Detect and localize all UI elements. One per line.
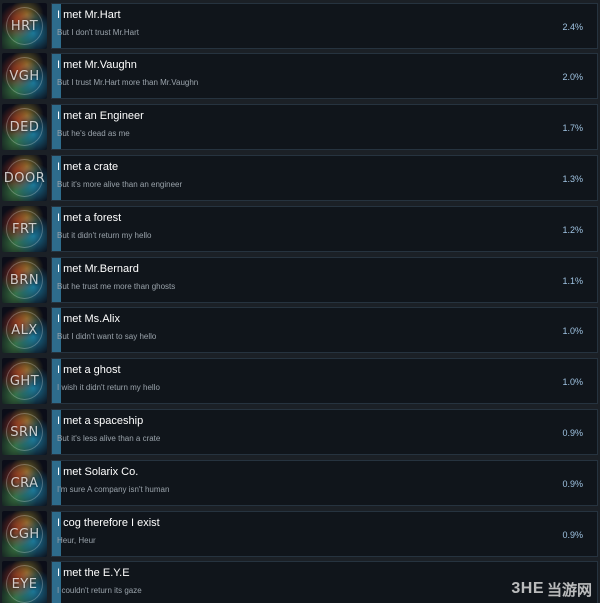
achievement-panel: I met Mr.Hart But I don't trust Mr.Hart 2.…: [51, 3, 598, 49]
achievement-panel: I met a forest But it didn't return my he…: [51, 206, 598, 252]
achievement-badge-code: ALX: [11, 322, 38, 338]
achievement-title: I cog therefore I exist: [57, 517, 160, 529]
achievement-row[interactable]: ALX I met Ms.Alix But I didn't want to say…: [0, 307, 600, 353]
achievement-title: I met Ms.Alix: [57, 313, 120, 325]
achievement-badge-code: DOOR: [3, 170, 46, 186]
achievement-description: But I trust Mr.Hart more than Mr.Vaughn: [57, 78, 199, 87]
achievement-description: I'm sure A company isn't human: [57, 485, 170, 494]
achievement-panel: I met Mr.Bernard But he trust me more tha…: [51, 257, 598, 303]
achievement-description: But it didn't return my hello: [57, 231, 152, 240]
achievement-badge-icon: DED: [2, 104, 47, 150]
achievement-row[interactable]: SRN I met a spaceship But it's less alive …: [0, 409, 600, 455]
achievement-title: I met Mr.Vaughn: [57, 59, 137, 71]
achievement-row[interactable]: CRA I met Solarix Co. I'm sure A company i…: [0, 460, 600, 506]
achievement-row[interactable]: DOOR I met a crate But it's more alive tha…: [0, 155, 600, 201]
achievement-panel: I met a crate But it's more alive than an…: [51, 155, 598, 201]
achievement-badge-code: EYE: [11, 576, 38, 592]
unlock-percentage: 1.2%: [562, 225, 583, 235]
achievement-badge-icon: FRT: [2, 206, 47, 252]
unlock-percentage: 1.3%: [562, 174, 583, 184]
achievement-title: I met a forest: [57, 212, 122, 224]
achievement-badge-icon: BRN: [2, 257, 47, 303]
achievement-row[interactable]: DED I met an Engineer But he's dead as me 1…: [0, 104, 600, 150]
achievement-badge-code: BRN: [9, 272, 40, 288]
achievement-description: Heur, Heur: [57, 536, 96, 545]
achievement-badge-code: FRT: [11, 221, 37, 237]
achievement-description: I couldn't return its gaze: [57, 586, 142, 595]
unlock-percentage: 1.7%: [562, 123, 583, 133]
achievement-panel: I met Solarix Co. I'm sure A company isn'…: [51, 460, 598, 506]
achievement-badge-icon: EYE: [2, 561, 47, 603]
achievement-badge-icon: VGH: [2, 53, 47, 99]
achievement-row[interactable]: CGH I cog therefore I exist Heur, Heur 0.9%: [0, 511, 600, 557]
achievement-description: But it's less alive than a crate: [57, 434, 161, 443]
achievement-badge-code: CGH: [9, 526, 40, 542]
achievement-badge-code: CRA: [10, 475, 39, 491]
achievement-row[interactable]: EYE I met the E.Y.E I couldn't return its …: [0, 561, 600, 603]
unlock-percentage: 2.4%: [562, 22, 583, 32]
achievement-description: But he's dead as me: [57, 129, 130, 138]
unlock-percentage: 1.1%: [562, 276, 583, 286]
achievement-badge-icon: GHT: [2, 358, 47, 404]
achievement-title: I met Mr.Hart: [57, 9, 121, 21]
achievement-badge-icon: CRA: [2, 460, 47, 506]
achievement-title: I met a spaceship: [57, 415, 144, 427]
unlock-percentage: 0.9%: [562, 530, 583, 540]
achievement-title: I met a ghost: [57, 364, 121, 376]
achievement-panel: I met the E.Y.E I couldn't return its gaz…: [51, 561, 598, 603]
unlock-percentage: 0.9%: [562, 428, 583, 438]
achievement-description: But he trust me more than ghosts: [57, 282, 176, 291]
achievement-badge-icon: CGH: [2, 511, 47, 557]
achievement-row[interactable]: BRN I met Mr.Bernard But he trust me more …: [0, 257, 600, 303]
unlock-percentage: 0.9%: [562, 479, 583, 489]
achievement-badge-code: GHT: [9, 373, 40, 389]
achievement-description: But I don't trust Mr.Hart: [57, 28, 139, 37]
achievement-badge-code: SRN: [10, 424, 39, 440]
achievement-badge-code: HRT: [10, 18, 39, 34]
achievement-panel: I met a ghost I wish it didn't return my …: [51, 358, 598, 404]
achievement-badge-icon: DOOR: [2, 155, 47, 201]
unlock-percentage: 1.0%: [562, 326, 583, 336]
unlock-percentage: 1.0%: [562, 377, 583, 387]
achievement-description: But I didn't want to say hello: [57, 332, 157, 341]
achievement-title: I met the E.Y.E: [57, 567, 130, 579]
achievement-title: I met Mr.Bernard: [57, 263, 139, 275]
achievement-row[interactable]: GHT I met a ghost I wish it didn't return …: [0, 358, 600, 404]
achievement-description: But it's more alive than an engineer: [57, 180, 183, 189]
achievement-badge-icon: HRT: [2, 3, 47, 49]
achievement-row[interactable]: VGH I met Mr.Vaughn But I trust Mr.Hart mo…: [0, 53, 600, 99]
achievement-badge-code: VGH: [9, 68, 40, 84]
achievement-row[interactable]: FRT I met a forest But it didn't return my…: [0, 206, 600, 252]
achievement-title: I met an Engineer: [57, 110, 144, 122]
achievement-panel: I cog therefore I exist Heur, Heur 0.9%: [51, 511, 598, 557]
achievement-panel: I met Ms.Alix But I didn't want to say he…: [51, 307, 598, 353]
achievement-badge-icon: ALX: [2, 307, 47, 353]
achievement-title: I met Solarix Co.: [57, 466, 139, 478]
achievement-row[interactable]: HRT I met Mr.Hart But I don't trust Mr.Har…: [0, 3, 600, 49]
achievement-badge-icon: SRN: [2, 409, 47, 455]
achievement-panel: I met Mr.Vaughn But I trust Mr.Hart more …: [51, 53, 598, 99]
achievement-badge-code: DED: [9, 119, 40, 135]
achievement-panel: I met an Engineer But he's dead as me 1.7%: [51, 104, 598, 150]
achievement-description: I wish it didn't return my hello: [57, 383, 160, 392]
achievement-title: I met a crate: [57, 161, 119, 173]
achievement-panel: I met a spaceship But it's less alive tha…: [51, 409, 598, 455]
unlock-percentage: 2.0%: [562, 72, 583, 82]
